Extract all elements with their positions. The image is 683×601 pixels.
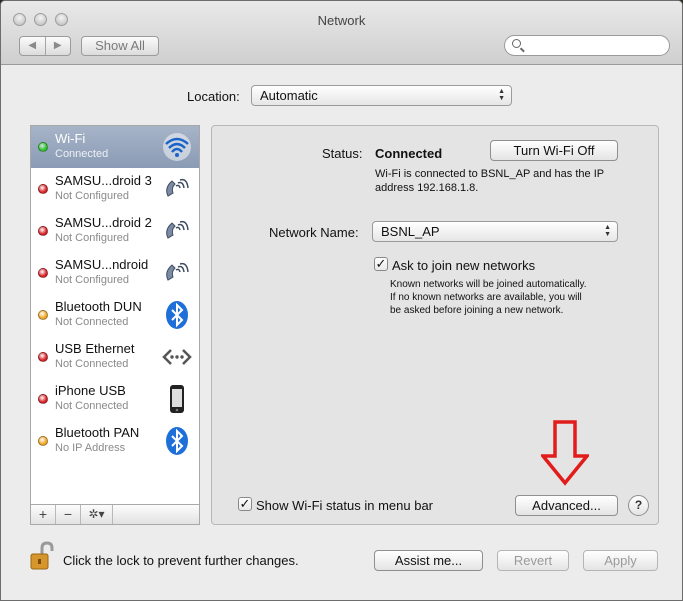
status-dot: [38, 142, 48, 152]
service-item-iphone-usb[interactable]: iPhone USB Not Connected: [31, 378, 199, 420]
network-name-label: Network Name:: [269, 225, 359, 240]
network-name-value: BSNL_AP: [381, 224, 440, 239]
search-input[interactable]: [504, 35, 670, 56]
status-dot: [38, 226, 48, 236]
service-name: Wi-Fi: [55, 131, 86, 146]
status-label: Status:: [322, 146, 363, 161]
annotation-arrow-icon: [541, 420, 589, 486]
status-value: Connected: [375, 146, 443, 161]
ask-join-description-line: be asked before joining a new network.: [390, 305, 564, 316]
show-wifi-status-checkbox[interactable]: ✓: [238, 497, 252, 511]
service-list: Wi-Fi Connected SAMSU...droid 3 Not Conf…: [30, 125, 200, 525]
service-list-toolbar: + − ✲▾: [30, 504, 200, 525]
service-status: Not Connected: [55, 358, 129, 370]
lock-icon[interactable]: [29, 541, 55, 571]
back-forward-control: ◀ ▶: [19, 36, 71, 56]
add-service-button[interactable]: +: [31, 505, 56, 524]
show-wifi-status-label: Show Wi-Fi status in menu bar: [256, 498, 434, 513]
service-status: Not Configured: [55, 232, 129, 244]
ask-join-label: Ask to join new networks: [392, 258, 536, 273]
service-status: Not Connected: [55, 400, 129, 412]
service-item-bluetooth-pan[interactable]: Bluetooth PAN No IP Address: [31, 420, 199, 462]
status-description-line: Wi-Fi is connected to BSNL_AP and has th…: [375, 168, 605, 180]
service-name: SAMSU...droid 3: [55, 173, 152, 188]
location-select[interactable]: Automatic ▲ ▼: [251, 85, 512, 106]
remove-service-button[interactable]: −: [56, 505, 81, 524]
iphone-icon: [170, 385, 184, 413]
bluetooth-icon: [166, 427, 188, 455]
gear-menu-button[interactable]: ✲▾: [81, 505, 113, 524]
service-item-samsung-2[interactable]: SAMSU...droid 2 Not Configured: [31, 210, 199, 252]
advanced-button[interactable]: Advanced...: [515, 495, 618, 516]
ask-join-description-line: If no known networks are available, you …: [390, 292, 582, 303]
bluetooth-icon: [166, 301, 188, 329]
service-name: USB Ethernet: [55, 341, 135, 356]
forward-button[interactable]: ▶: [46, 37, 71, 55]
turn-wifi-off-button[interactable]: Turn Wi-Fi Off: [490, 140, 618, 161]
show-all-button[interactable]: Show All: [81, 36, 159, 56]
service-item-samsung-3[interactable]: SAMSU...droid 3 Not Configured: [31, 168, 199, 210]
ethernet-icon: [162, 349, 192, 365]
title-bar: Network ◀ ▶ Show All: [1, 1, 682, 65]
status-dot: [38, 310, 48, 320]
help-button[interactable]: ?: [628, 495, 649, 516]
service-status: Not Connected: [55, 316, 129, 328]
assist-me-button[interactable]: Assist me...: [374, 550, 483, 571]
service-name: Bluetooth PAN: [55, 425, 140, 440]
status-dot: [38, 184, 48, 194]
service-name: SAMSU...ndroid: [55, 257, 149, 272]
service-status: Not Configured: [55, 274, 129, 286]
ask-join-description: Known networks will be joined automatica…: [390, 278, 587, 317]
service-status: Connected: [55, 148, 109, 160]
revert-button[interactable]: Revert: [497, 550, 569, 571]
service-name: Bluetooth DUN: [55, 299, 142, 314]
service-status: No IP Address: [55, 442, 126, 454]
window-title: Network: [317, 13, 366, 28]
location-value: Automatic: [260, 88, 318, 103]
status-dot: [38, 352, 48, 362]
location-label: Location:: [187, 89, 240, 104]
popup-arrows-icon: ▲ ▼: [498, 88, 505, 102]
service-item-wifi[interactable]: Wi-Fi Connected: [31, 126, 199, 168]
service-item-bluetooth-dun[interactable]: Bluetooth DUN Not Connected: [31, 294, 199, 336]
status-dot: [38, 436, 48, 446]
back-button[interactable]: ◀: [20, 37, 46, 55]
service-name: iPhone USB: [55, 383, 126, 398]
network-name-select[interactable]: BSNL_AP ▲ ▼: [372, 221, 618, 242]
ask-join-description-line: Known networks will be joined automatica…: [390, 279, 587, 290]
popup-arrows-icon: ▲ ▼: [604, 224, 611, 238]
status-dot: [38, 394, 48, 404]
network-preferences-window: Network ◀ ▶ Show All Location: Automatic…: [0, 0, 683, 601]
wifi-icon: [163, 133, 191, 161]
service-item-usb-ethernet[interactable]: USB Ethernet Not Connected: [31, 336, 199, 378]
status-description: Wi-Fi is connected to BSNL_AP and has th…: [375, 167, 604, 195]
apply-button[interactable]: Apply: [583, 550, 658, 571]
modem-phone-icon: [166, 178, 189, 197]
status-dot: [38, 268, 48, 278]
lock-text: Click the lock to prevent further change…: [63, 553, 299, 568]
search-icon: [512, 39, 521, 48]
service-item-samsung-1[interactable]: SAMSU...ndroid Not Configured: [31, 252, 199, 294]
service-name: SAMSU...droid 2: [55, 215, 152, 230]
status-description-line: address 192.168.1.8.: [375, 182, 479, 194]
modem-phone-icon: [166, 220, 189, 239]
ask-join-checkbox[interactable]: ✓: [374, 257, 388, 271]
modem-phone-icon: [166, 262, 189, 281]
service-status: Not Configured: [55, 190, 129, 202]
